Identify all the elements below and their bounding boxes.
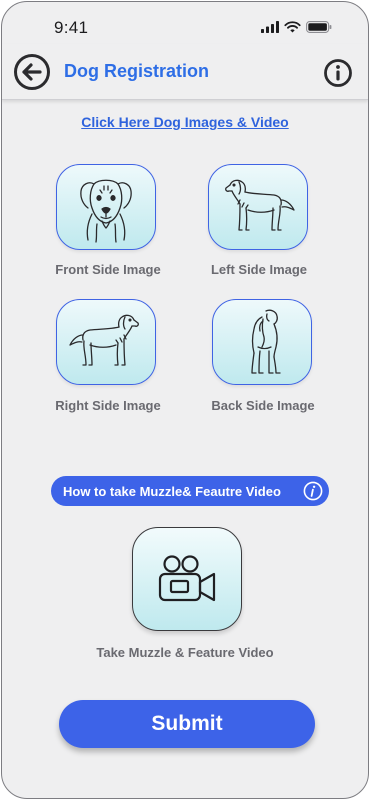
info-icon <box>324 59 352 87</box>
arrow-left-icon <box>14 54 50 90</box>
video-guide-button[interactable]: How to take Muzzle& Feautre Video <box>51 476 329 506</box>
battery-icon <box>306 21 332 33</box>
page-title: Dog Registration <box>64 61 210 81</box>
back-button[interactable] <box>13 53 51 91</box>
info-button[interactable] <box>322 57 354 89</box>
phone-frame: 9:41 Dog Registration Click Here Dog Ima… <box>1 1 369 799</box>
take-video-button[interactable] <box>132 527 242 631</box>
front-side-image-label: Front Side Image <box>55 262 161 277</box>
dog-right-side-icon <box>69 314 139 366</box>
app-header: Dog Registration <box>2 44 368 100</box>
submit-button[interactable]: Submit <box>59 700 315 748</box>
wifi-icon <box>284 21 301 33</box>
dog-left-side-icon <box>225 179 295 231</box>
left-side-image-label: Left Side Image <box>210 262 308 277</box>
left-side-image-button[interactable] <box>208 164 308 250</box>
dog-front-icon <box>80 179 132 243</box>
signal-icon <box>261 21 279 33</box>
status-time: 9:41 <box>54 18 89 37</box>
status-bar: 9:41 <box>2 2 368 44</box>
front-side-image-button[interactable] <box>56 164 156 250</box>
back-side-image-label: Back Side Image <box>211 398 315 413</box>
status-icons <box>261 21 332 33</box>
info-icon <box>303 481 323 501</box>
video-camera-icon <box>158 555 216 602</box>
video-guide-label: How to take Muzzle& Feautre Video <box>63 483 281 499</box>
take-video-label: Take Muzzle & Feature Video <box>96 645 274 660</box>
right-side-image-label: Right Side Image <box>55 398 161 413</box>
dog-images-video-link[interactable]: Click Here Dog Images & Video <box>2 114 368 130</box>
dog-back-icon <box>251 309 281 374</box>
right-side-image-button[interactable] <box>56 299 156 385</box>
back-side-image-button[interactable] <box>212 299 312 385</box>
